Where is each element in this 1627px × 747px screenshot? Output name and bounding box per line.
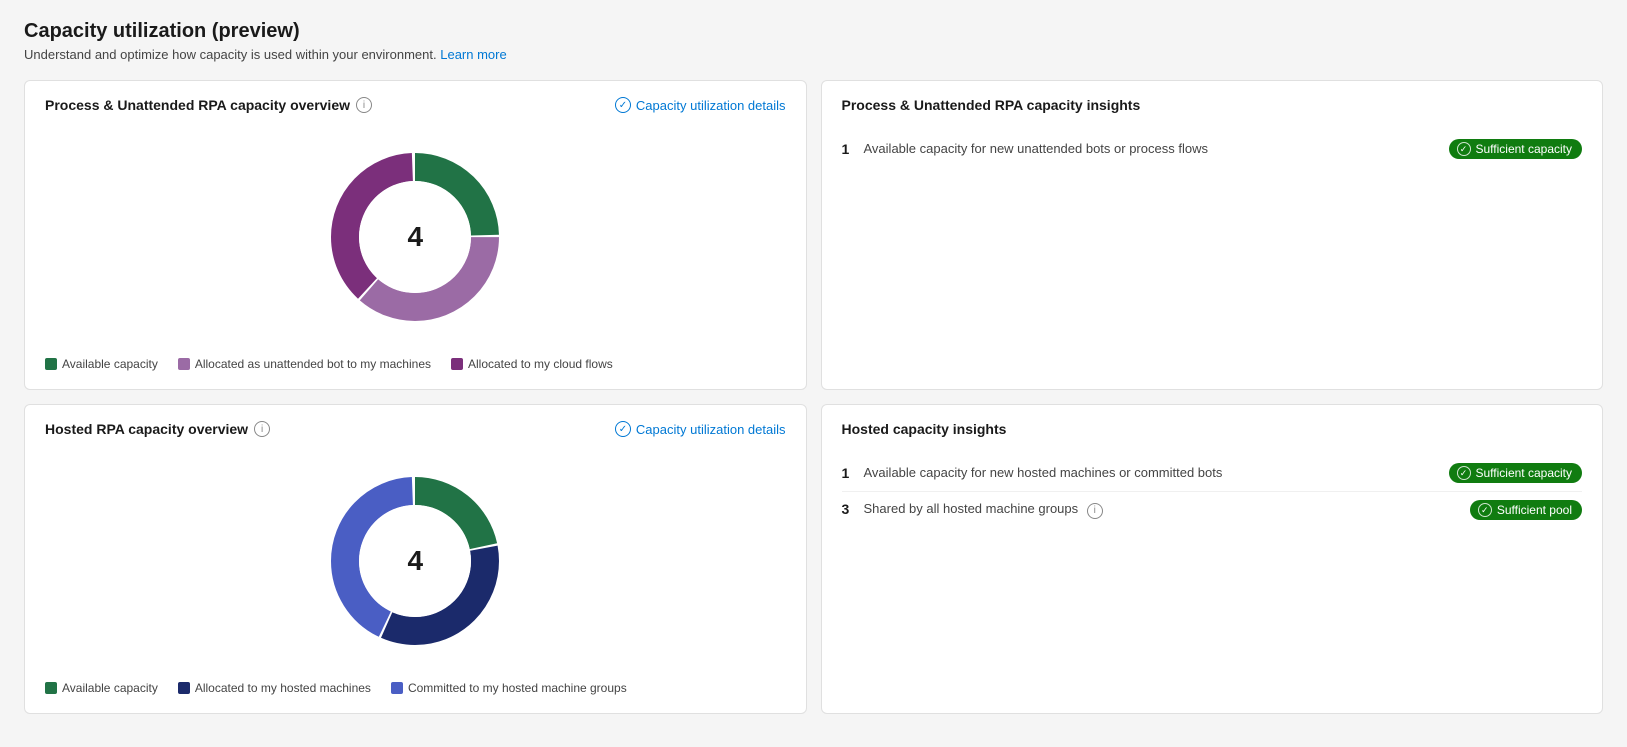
card-header-bottom-left: Hosted RPA capacity overview i ✓ Capacit… (45, 421, 786, 437)
donut-wrapper-bottom: 4 (315, 461, 515, 661)
legend-item-cloud-flows: Allocated to my cloud flows (451, 357, 613, 371)
insight-number-1: 1 (842, 141, 856, 157)
insight-left-hosted-1: 1 Available capacity for new hosted mach… (842, 465, 1449, 481)
legend-item-unattended: Allocated as unattended bot to my machin… (178, 357, 431, 371)
sufficient-pool-badge-hosted-2: ✓ Sufficient pool (1470, 500, 1582, 520)
donut-center-value-top: 4 (407, 221, 423, 253)
donut-wrapper-top: 4 (315, 137, 515, 337)
sufficient-capacity-badge-1: ✓ Sufficient capacity (1449, 139, 1583, 159)
legend-process-rpa: Available capacity Allocated as unattend… (45, 357, 786, 371)
insight-text-hosted-1: Available capacity for new hosted machin… (864, 465, 1223, 480)
insight-left-1: 1 Available capacity for new unattended … (842, 141, 1449, 157)
page-title: Capacity utilization (preview) (24, 20, 1603, 43)
hosted-rpa-overview-card: Hosted RPA capacity overview i ✓ Capacit… (24, 404, 807, 714)
capacity-detail-link-top[interactable]: ✓ Capacity utilization details (615, 97, 786, 113)
legend-item-available: Available capacity (45, 357, 158, 371)
legend-dot-green-hosted (45, 682, 57, 694)
insight-text-1: Available capacity for new unattended bo… (864, 141, 1208, 156)
insight-text-hosted-2: Shared by all hosted machine groups i (864, 501, 1103, 519)
donut-chart-process-rpa: 4 (45, 127, 786, 353)
info-icon-shared-pool[interactable]: i (1087, 503, 1103, 519)
insight-row-hosted-2: 3 Shared by all hosted machine groups i … (842, 492, 1583, 528)
badge-check-icon-hosted-1: ✓ (1457, 466, 1471, 480)
page-header: Capacity utilization (preview) Understan… (24, 20, 1603, 62)
legend-dot-green (45, 358, 57, 370)
insights-title-bottom: Hosted capacity insights (842, 421, 1583, 437)
check-circle-icon-bottom: ✓ (615, 421, 631, 437)
info-icon-process-rpa[interactable]: i (356, 97, 372, 113)
legend-item-committed-groups: Committed to my hosted machine groups (391, 681, 627, 695)
main-grid: Process & Unattended RPA capacity overvi… (24, 80, 1603, 714)
legend-hosted-rpa: Available capacity Allocated to my hoste… (45, 681, 786, 695)
hosted-capacity-insights-card: Hosted capacity insights 1 Available cap… (821, 404, 1604, 714)
legend-dot-blue-hosted (391, 682, 403, 694)
card-header-top-left: Process & Unattended RPA capacity overvi… (45, 97, 786, 113)
badge-check-icon-1: ✓ (1457, 142, 1471, 156)
legend-dot-dark-purple (451, 358, 463, 370)
card-title-hosted-rpa: Hosted RPA capacity overview (45, 421, 248, 437)
donut-center-value-bottom: 4 (407, 545, 423, 577)
badge-check-icon-hosted-2: ✓ (1478, 503, 1492, 517)
insights-title-top: Process & Unattended RPA capacity insigh… (842, 97, 1583, 113)
info-icon-hosted-rpa[interactable]: i (254, 421, 270, 437)
insight-left-hosted-2: 3 Shared by all hosted machine groups i (842, 501, 1470, 519)
process-rpa-insights-card: Process & Unattended RPA capacity insigh… (821, 80, 1604, 390)
check-circle-icon-top: ✓ (615, 97, 631, 113)
insight-number-hosted-1: 1 (842, 465, 856, 481)
card-title-group: Process & Unattended RPA capacity overvi… (45, 97, 372, 113)
legend-dot-lavender (178, 358, 190, 370)
legend-item-hosted-machines: Allocated to my hosted machines (178, 681, 371, 695)
capacity-detail-link-bottom[interactable]: ✓ Capacity utilization details (615, 421, 786, 437)
page-subtitle: Understand and optimize how capacity is … (24, 47, 1603, 62)
process-rpa-overview-card: Process & Unattended RPA capacity overvi… (24, 80, 807, 390)
legend-item-available-hosted: Available capacity (45, 681, 158, 695)
donut-chart-hosted-rpa: 4 (45, 451, 786, 677)
learn-more-link[interactable]: Learn more (440, 47, 506, 62)
card-title-process-rpa: Process & Unattended RPA capacity overvi… (45, 97, 350, 113)
legend-dot-navy-hosted (178, 682, 190, 694)
insight-row-hosted-1: 1 Available capacity for new hosted mach… (842, 455, 1583, 492)
sufficient-capacity-badge-hosted-1: ✓ Sufficient capacity (1449, 463, 1583, 483)
card-title-group-hosted: Hosted RPA capacity overview i (45, 421, 270, 437)
insight-number-hosted-2: 3 (842, 501, 856, 517)
insight-row-1: 1 Available capacity for new unattended … (842, 131, 1583, 167)
